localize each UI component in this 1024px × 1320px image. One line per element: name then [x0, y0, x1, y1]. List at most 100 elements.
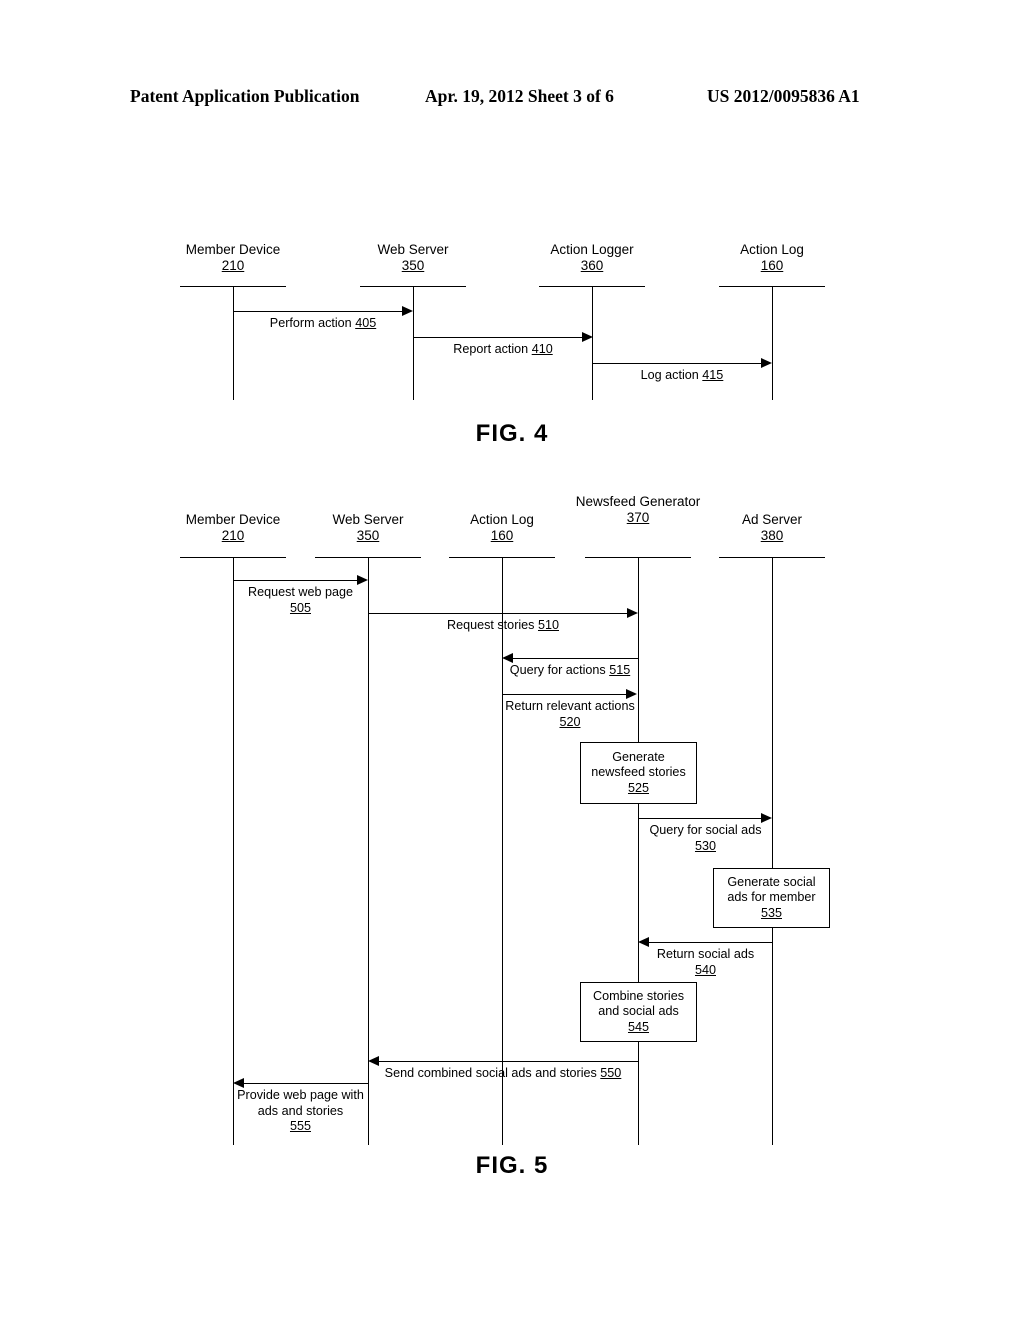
process-text-line-2: and social ads [598, 1004, 679, 1019]
message-ref: 515 [609, 663, 631, 677]
message-label-515: Query for actions 515 [502, 663, 638, 679]
lifeline-action-log [502, 557, 503, 1145]
arrow-head-555-icon [233, 1078, 244, 1088]
process-text-line-2: ads for member [727, 890, 816, 905]
message-line-550 [379, 1061, 638, 1062]
lifeline-label: Action Log [740, 242, 804, 257]
message-line-520 [502, 694, 627, 695]
message-line-510 [368, 613, 629, 614]
message-label-405: Perform action 405 [233, 316, 413, 332]
process-box-545: Combine stories and social ads 545 [580, 982, 697, 1042]
message-text: Return social ads [656, 947, 755, 961]
message-label-540: Return social ads 540 [638, 947, 773, 978]
publication-header: Patent Application Publication Apr. 19, … [0, 86, 1024, 112]
lifeline-label: Member Device [185, 242, 281, 257]
arrow-head-530-icon [761, 813, 772, 823]
message-text: Query for actions [509, 663, 606, 677]
lifeline-ref: 160 [490, 528, 514, 543]
arrow-head-540-icon [638, 937, 649, 947]
lifeline-label: Action Log [470, 512, 534, 527]
message-ref: 540 [694, 962, 716, 977]
figure-5-caption: FIG. 5 [475, 1152, 549, 1179]
lifeline-header-member-device: Member Device 210 [163, 242, 303, 274]
message-line-530 [638, 818, 763, 819]
message-ref: 410 [531, 342, 553, 356]
message-label-555: Provide web page with ads and stories 55… [233, 1088, 368, 1135]
message-line-405 [233, 311, 403, 312]
message-label-505: Request web page 505 [233, 585, 368, 616]
process-box-525: Generate newsfeed stories 525 [580, 742, 697, 804]
publication-date-sheet: Apr. 19, 2012 Sheet 3 of 6 [425, 86, 614, 106]
process-ref: 545 [627, 1019, 649, 1034]
message-text: Return relevant actions [505, 699, 635, 713]
message-text: Request web page [247, 585, 354, 599]
patent-page: Patent Application Publication Apr. 19, … [0, 0, 1024, 1320]
lifeline-label: Action Logger [550, 242, 634, 257]
lifeline-ref: 380 [760, 528, 784, 543]
lifeline-ref: 210 [221, 528, 245, 543]
message-text: Log action [640, 368, 699, 382]
figure-4-caption: FIG. 4 [475, 420, 549, 447]
publication-number: US 2012/0095836 A1 [707, 86, 860, 106]
lifeline-header-web-server: Web Server 350 [303, 512, 433, 544]
message-line-505 [233, 580, 359, 581]
process-ref: 525 [627, 780, 649, 795]
message-ref: 505 [289, 600, 311, 615]
message-text: Report action [453, 342, 529, 356]
lifeline-ref: 370 [626, 510, 650, 525]
lifeline-action-log [772, 286, 773, 400]
message-line-555 [244, 1083, 368, 1084]
message-ref: 405 [355, 316, 377, 330]
arrow-head-515-icon [502, 653, 513, 663]
process-text-line-1: Generate social [727, 874, 816, 889]
lifeline-header-newsfeed-generator: Newsfeed Generator 370 [573, 494, 703, 526]
message-ref: 550 [600, 1066, 622, 1080]
arrow-head-505-icon [357, 575, 368, 585]
message-label-415: Log action 415 [592, 368, 772, 384]
message-line-410 [413, 337, 583, 338]
lifeline-label: Web Server [332, 512, 404, 527]
arrow-head-520-icon [626, 689, 637, 699]
process-text-line-2: newsfeed stories [591, 765, 686, 780]
lifeline-label: Ad Server [741, 512, 803, 527]
lifeline-header-action-logger: Action Logger 360 [522, 242, 662, 274]
process-text-line-1: Generate [612, 749, 665, 764]
message-text: Request stories [446, 618, 535, 632]
publication-title: Patent Application Publication [130, 86, 360, 106]
message-line-515 [513, 658, 638, 659]
message-label-510: Request stories 510 [368, 618, 638, 634]
lifeline-label: Member Device [185, 512, 281, 527]
message-label-520: Return relevant actions 520 [502, 699, 638, 730]
lifeline-label: Web Server [377, 242, 449, 257]
arrow-head-405-icon [402, 306, 413, 316]
lifeline-header-web-server: Web Server 350 [343, 242, 483, 274]
lifeline-member-device [233, 557, 234, 1145]
arrow-head-550-icon [368, 1056, 379, 1066]
message-label-410: Report action 410 [413, 342, 593, 358]
lifeline-member-device [233, 286, 234, 400]
lifeline-header-action-log: Action Log 160 [702, 242, 842, 274]
lifeline-header-member-device: Member Device 210 [168, 512, 298, 544]
lifeline-ref: 210 [221, 258, 245, 273]
message-ref: 510 [537, 618, 559, 632]
process-box-535: Generate social ads for member 535 [713, 868, 830, 928]
message-line-415 [592, 363, 762, 364]
process-ref: 535 [760, 905, 782, 920]
message-text: Query for social ads [649, 823, 762, 837]
lifeline-ref: 350 [356, 528, 380, 543]
message-ref: 555 [289, 1119, 311, 1133]
message-label-550: Send combined social ads and stories 550 [368, 1066, 638, 1082]
lifeline-ref: 160 [760, 258, 784, 273]
arrow-head-415-icon [761, 358, 772, 368]
message-ref: 530 [694, 838, 716, 853]
message-text: Perform action [269, 316, 352, 330]
lifeline-ref: 360 [580, 258, 604, 273]
message-line-540 [649, 942, 773, 943]
message-ref: 415 [702, 368, 724, 382]
arrow-head-410-icon [582, 332, 593, 342]
arrow-head-510-icon [627, 608, 638, 618]
message-text: Send combined social ads and stories [384, 1066, 597, 1080]
message-label-530: Query for social ads 530 [638, 823, 773, 854]
process-text-line-1: Combine stories [593, 988, 684, 1003]
lifeline-header-ad-server: Ad Server 380 [707, 512, 837, 544]
